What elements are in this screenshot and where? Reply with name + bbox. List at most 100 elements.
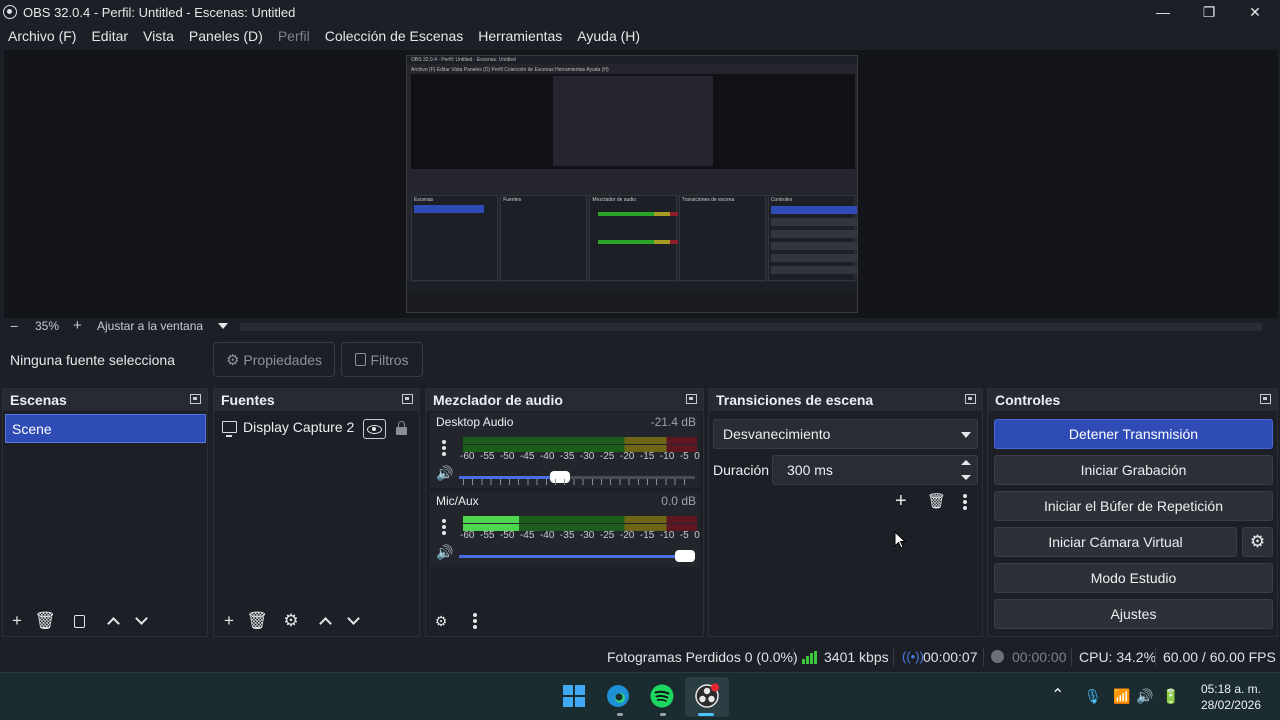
battery-charging-icon[interactable]: 🔋 bbox=[1162, 688, 1179, 705]
menu-editar[interactable]: Editar bbox=[91, 28, 128, 44]
transition-select[interactable]: Desvanecimiento bbox=[713, 419, 978, 449]
scene-filters-icon[interactable] bbox=[70, 612, 88, 630]
wifi-icon[interactable]: 📶 bbox=[1113, 688, 1130, 705]
nested-menu: Archivo (F) Editar Vista Paneles (D) Per… bbox=[411, 67, 609, 73]
system-clock[interactable]: 05:18 a. m. 28/02/2026 bbox=[1201, 681, 1261, 713]
remove-scene-icon[interactable]: 🗑 bbox=[34, 611, 56, 630]
add-transition-icon[interactable]: + bbox=[895, 490, 907, 513]
lock-icon[interactable] bbox=[396, 421, 407, 436]
undock-icon[interactable] bbox=[965, 394, 976, 404]
scale-tick-label: -35 bbox=[559, 451, 575, 462]
visibility-toggle[interactable] bbox=[363, 419, 386, 439]
start-replay-buffer-button[interactable]: Iniciar el Búfer de Repetición bbox=[994, 491, 1273, 521]
filters-button[interactable]: Filtros bbox=[341, 342, 423, 377]
fps: 60.00 / 60.00 FPS bbox=[1163, 649, 1276, 665]
volume-slider[interactable] bbox=[459, 550, 695, 562]
volume-slider-handle[interactable] bbox=[675, 550, 695, 562]
minimize-button[interactable]: — bbox=[1140, 0, 1186, 24]
close-button[interactable]: ✕ bbox=[1232, 0, 1278, 24]
studio-mode-button[interactable]: Modo Estudio bbox=[994, 563, 1273, 593]
undock-icon[interactable] bbox=[686, 394, 697, 404]
mixer-menu-icon[interactable] bbox=[466, 612, 484, 630]
sources-dock-title: Fuentes bbox=[221, 392, 275, 408]
channel-menu-icon[interactable] bbox=[442, 519, 446, 535]
scale-tick-label: -60 bbox=[460, 451, 475, 462]
start-recording-button[interactable]: Iniciar Grabación bbox=[994, 455, 1273, 485]
controls-dock-title: Controles bbox=[995, 392, 1061, 408]
menu-paneles[interactable]: Paneles (D) bbox=[189, 28, 263, 44]
edge-browser-icon[interactable] bbox=[605, 683, 631, 709]
virtual-camera-settings-button[interactable]: ⚙ bbox=[1242, 527, 1273, 557]
source-list-item[interactable]: Display Capture 2 bbox=[222, 419, 354, 437]
properties-label: Propiedades bbox=[243, 351, 323, 368]
sources-dock-header: Fuentes bbox=[214, 389, 419, 411]
scale-tick-label: -50 bbox=[499, 451, 515, 462]
volume-icon[interactable]: 🔊 bbox=[1136, 688, 1153, 705]
clock-time: 05:18 a. m. bbox=[1200, 682, 1261, 696]
speaker-icon[interactable]: 🔊 bbox=[436, 465, 453, 482]
fit-to-window-label[interactable]: Ajustar a la ventana bbox=[97, 319, 203, 333]
scale-tick-label: -5 bbox=[679, 530, 689, 541]
settings-button[interactable]: Ajustes bbox=[994, 599, 1273, 629]
scale-tick-label: -40 bbox=[539, 530, 555, 541]
zoom-out-button[interactable]: − bbox=[10, 318, 18, 334]
duration-decrease-icon[interactable] bbox=[961, 475, 971, 480]
channel-menu-icon[interactable] bbox=[442, 440, 446, 456]
scale-tick-label: -60 bbox=[460, 530, 475, 541]
zoom-in-button[interactable]: + bbox=[73, 317, 82, 334]
scale-tick-label: -10 bbox=[659, 451, 675, 462]
move-source-down-icon[interactable] bbox=[344, 612, 362, 630]
undock-icon[interactable] bbox=[1260, 394, 1271, 404]
undock-icon[interactable] bbox=[190, 394, 201, 404]
undock-icon[interactable] bbox=[402, 394, 413, 404]
scale-tick-label: -45 bbox=[519, 530, 535, 541]
microphone-icon[interactable]: 🎙 bbox=[1084, 688, 1102, 705]
spotify-icon[interactable] bbox=[649, 683, 675, 709]
menu-bar: Archivo (F) Editar Vista Paneles (D) Per… bbox=[0, 25, 1280, 47]
start-virtual-camera-button[interactable]: Iniciar Cámara Virtual bbox=[994, 527, 1237, 557]
menu-archivo[interactable]: Archivo (F) bbox=[8, 28, 76, 44]
scenes-dock-title: Escenas bbox=[10, 392, 67, 408]
menu-herramientas[interactable]: Herramientas bbox=[478, 28, 562, 44]
stop-streaming-button[interactable]: Detener Transmisión bbox=[994, 419, 1273, 449]
mouse-cursor-icon bbox=[894, 531, 906, 549]
move-scene-up-icon[interactable] bbox=[104, 612, 122, 630]
menu-ayuda[interactable]: Ayuda (H) bbox=[577, 28, 640, 44]
mixer-dock-footer: ⚙ bbox=[426, 606, 703, 636]
duration-increase-icon[interactable] bbox=[961, 460, 971, 465]
duration-value: 300 ms bbox=[787, 462, 833, 478]
scale-tick-label: -20 bbox=[619, 530, 635, 541]
source-properties-gear-icon[interactable]: ⚙ bbox=[282, 611, 300, 630]
move-scene-down-icon[interactable] bbox=[132, 612, 150, 630]
add-scene-icon[interactable]: + bbox=[8, 611, 26, 630]
menu-perfil: Perfil bbox=[277, 28, 310, 44]
properties-button[interactable]: ⚙ Propiedades bbox=[213, 342, 335, 377]
eye-icon bbox=[367, 424, 382, 434]
zoom-level: 35% bbox=[35, 319, 60, 333]
windows-start-icon[interactable] bbox=[561, 683, 587, 709]
transition-menu-icon[interactable] bbox=[963, 494, 967, 510]
slider-ticks bbox=[463, 479, 693, 485]
zoom-dropdown-icon[interactable] bbox=[218, 323, 228, 329]
advanced-audio-gear-icon[interactable]: ⚙ bbox=[432, 612, 450, 630]
menu-vista[interactable]: Vista bbox=[143, 28, 174, 44]
nested-dock-fuentes: Fuentes bbox=[503, 197, 522, 203]
show-hidden-icons-chevron-icon[interactable]: ⌃ bbox=[1051, 685, 1064, 705]
move-source-up-icon[interactable] bbox=[316, 612, 334, 630]
scene-list-item[interactable]: Scene bbox=[5, 414, 206, 443]
obs-taskbar-icon[interactable] bbox=[694, 683, 720, 709]
sources-dock: Fuentes Display Capture 2 + 🗑 ⚙ bbox=[213, 388, 420, 637]
menu-coleccion-escenas[interactable]: Colección de Escenas bbox=[325, 28, 464, 44]
add-source-icon[interactable]: + bbox=[220, 611, 238, 630]
title-bar: OBS 32.0.4 - Perfil: Untitled - Escenas:… bbox=[0, 0, 1280, 24]
speaker-icon[interactable]: 🔊 bbox=[436, 544, 453, 561]
preview-scrollbar[interactable] bbox=[240, 323, 1262, 331]
transition-selected-value: Desvanecimiento bbox=[723, 426, 831, 442]
scale-tick-label: -15 bbox=[639, 451, 655, 462]
remove-transition-icon[interactable]: 🗑 bbox=[927, 492, 946, 510]
maximize-button[interactable]: ❐ bbox=[1186, 0, 1232, 24]
duration-label: Duración bbox=[713, 462, 770, 478]
clock-date: 28/02/2026 bbox=[1200, 698, 1261, 712]
duration-input[interactable]: 300 ms bbox=[772, 455, 978, 485]
remove-source-icon[interactable]: 🗑 bbox=[246, 611, 268, 630]
